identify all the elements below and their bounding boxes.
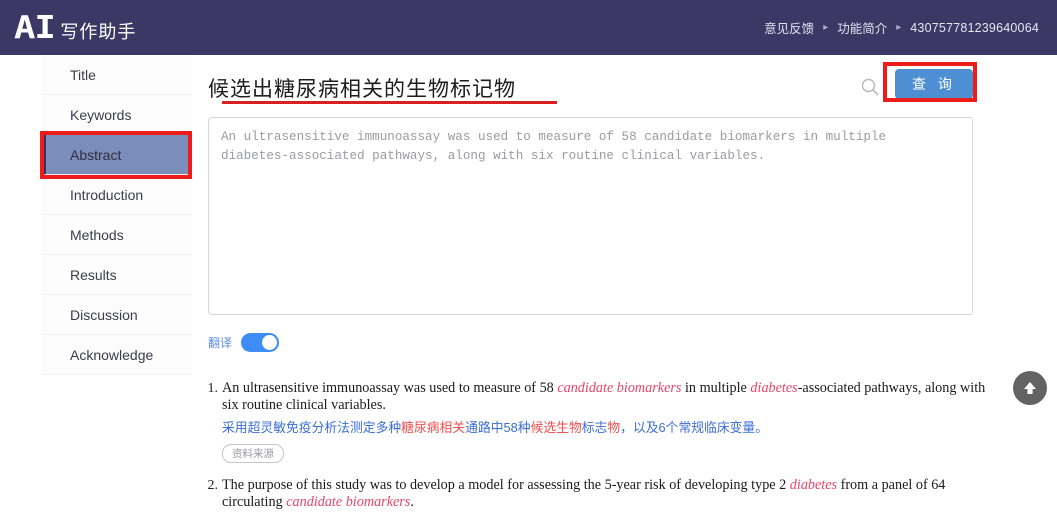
app-logo: AI [14,9,56,46]
annotation-title-underline [222,101,557,104]
translate-toggle[interactable] [241,333,280,352]
nav-item-features[interactable]: 功能简介 [837,18,887,37]
query-button[interactable]: 查 询 [895,69,973,99]
translate-toggle-row: 翻译 [208,333,280,352]
main-panel: 候选出糖尿病相关的生物标记物 查 询 翻译 1. An ultrasensiti… [192,55,1057,530]
sidebar-item-title[interactable]: Title [42,55,192,95]
result-number: 1. [207,381,219,396]
result-body: An ultrasensitive immunoassay was used t… [222,380,990,463]
scroll-to-top-button[interactable] [1013,371,1047,405]
search-icon[interactable] [860,77,880,97]
header-nav: 意见反馈 ▸ 功能简介 ▸ 430757781239640064 [764,18,1057,37]
brand-name: 写作助手 [60,21,137,42]
sidebar-item-results[interactable]: Results [42,255,192,295]
app-header: AI 写作助手 意见反馈 ▸ 功能简介 ▸ 430757781239640064 [0,0,1057,55]
result-translation: 采用超灵敏免疫分析法测定多种糖尿病相关通路中58种候选生物标志物，以及6个常规临… [222,420,769,435]
page-title: 候选出糖尿病相关的生物标记物 [208,78,516,101]
sidebar-item-discussion[interactable]: Discussion [42,295,192,335]
section-sidebar: Title Keywords Abstract Introduction Met… [42,55,192,375]
toggle-knob [262,335,278,350]
sidebar-item-keywords[interactable]: Keywords [42,95,192,135]
nav-item-feedback[interactable]: 意见反馈 [764,18,814,37]
sidebar-item-introduction[interactable]: Introduction [42,175,192,215]
result-english: An ultrasensitive immunoassay was used t… [222,380,986,413]
chevron-right-icon: ▸ [896,22,902,33]
result-english: The purpose of this study was to develop… [222,477,946,510]
results-list: 1. An ultrasensitive immunoassay was use… [200,380,990,525]
source-tag[interactable]: 资料来源 [222,444,284,463]
sidebar-item-acknowledge[interactable]: Acknowledge [42,335,192,375]
translate-label: 翻译 [208,336,233,350]
sidebar-item-methods[interactable]: Methods [42,215,192,255]
abstract-input[interactable] [208,117,973,315]
brand: AI 写作助手 [0,9,137,46]
result-number: 2. [207,478,219,493]
result-item: 2. The purpose of this study was to deve… [200,477,990,511]
arrow-up-icon [1024,382,1036,394]
result-item: 1. An ultrasensitive immunoassay was use… [200,380,990,463]
chevron-right-icon: ▸ [823,22,829,33]
sidebar-item-abstract[interactable]: Abstract [42,135,192,175]
account-id[interactable]: 430757781239640064 [910,21,1039,35]
result-body: The purpose of this study was to develop… [222,477,990,511]
